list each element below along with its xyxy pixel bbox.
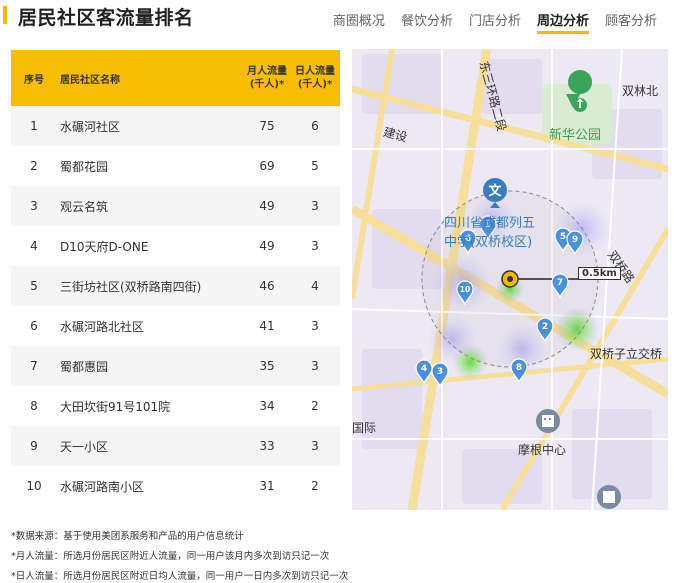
svg-text:文: 文 xyxy=(488,183,502,199)
tab-bar: 商圈概况 餐饮分析 门店分析 周边分析 顾客分析 xyxy=(333,10,657,34)
table-row[interactable]: 7 蜀都惠园 35 3 xyxy=(11,346,340,386)
community-rank-table: 序号 居民社区名称 月人流量 (千人)* 日人流量 (千人)* 1 水碾河社区 75… xyxy=(11,50,340,506)
table-body: 1 水碾河社区 75 6 2 蜀都花园 69 5 3 观云名筑 49 3 4 D10天府D-ONE 49 3 5… xyxy=(11,106,340,506)
mall-label: 摩根中心 xyxy=(518,443,567,457)
row-month-flow: 41 xyxy=(259,319,275,333)
community-marker-label: 9 xyxy=(572,235,578,245)
building-icon xyxy=(597,485,621,509)
row-name: D10天府D-ONE xyxy=(60,239,149,254)
row-name: 水碾河社区 xyxy=(60,119,121,134)
mall-icon xyxy=(536,409,560,433)
row-month-flow: 34 xyxy=(259,399,275,413)
scale-label: 0.5km xyxy=(578,267,621,280)
row-name: 大田坎街91号101院 xyxy=(60,399,171,414)
row-index: 5 xyxy=(30,279,38,293)
row-day-flow: 2 xyxy=(311,399,319,413)
tab-store-analysis[interactable]: 门店分析 xyxy=(469,10,521,34)
row-day-flow: 3 xyxy=(311,319,319,333)
tab-surrounding-analysis[interactable]: 周边分析 xyxy=(536,10,589,34)
row-month-flow: 49 xyxy=(259,239,275,253)
row-month-flow: 35 xyxy=(259,359,275,373)
row-name: 水碾河路北社区 xyxy=(60,319,145,334)
park-label: 新华公园 xyxy=(549,128,602,143)
guoji-label: 国际 xyxy=(352,421,377,435)
row-name: 蜀都花园 xyxy=(60,159,109,174)
table-row[interactable]: 5 三街坊社区(双桥路南四街) 46 4 xyxy=(11,266,340,306)
row-index: 6 xyxy=(30,319,38,333)
row-month-flow: 75 xyxy=(259,119,275,133)
table-row[interactable]: 4 D10天府D-ONE 49 3 xyxy=(11,226,340,266)
table-header: 序号 居民社区名称 月人流量 (千人)* 日人流量 (千人)* xyxy=(11,50,340,106)
row-day-flow: 3 xyxy=(311,359,319,373)
footnotes: *数据来源：基于使用美团系服务和产品的用户信息统计 *月人流量：所选月份居民区附… xyxy=(11,527,348,583)
school-label-line1: 四川省成都列五 xyxy=(444,216,536,231)
school-label-line2: 中学(双桥校区) xyxy=(444,235,533,250)
tab-customer-analysis[interactable]: 顾客分析 xyxy=(605,10,657,34)
row-index: 7 xyxy=(30,359,38,373)
header-day-flow-text: 日人流量 (千人)* xyxy=(295,66,335,90)
table-row[interactable]: 10 水碾河路南小区 31 2 xyxy=(11,466,340,506)
row-index: 2 xyxy=(30,159,38,173)
header-month-flow: 月人流量 (千人)* xyxy=(243,65,291,91)
tab-business-overview[interactable]: 商圈概况 xyxy=(333,10,385,34)
row-day-flow: 3 xyxy=(311,239,319,253)
header-month-flow-text: 月人流量 (千人)* xyxy=(247,66,287,90)
row-name: 观云名筑 xyxy=(60,199,109,214)
note-day-flow: *日人流量：所选月份居民区附近日均人流量，同一用户一日内多次到访只记一次 xyxy=(11,571,349,582)
row-month-flow: 69 xyxy=(259,159,275,173)
community-marker-label: 2 xyxy=(542,322,548,332)
community-marker-label: 5 xyxy=(560,232,566,242)
row-index: 8 xyxy=(30,399,38,413)
community-marker-label: 3 xyxy=(437,367,443,377)
table-row[interactable]: 9 天一小区 33 3 xyxy=(11,426,340,466)
row-day-flow: 6 xyxy=(311,119,319,133)
row-month-flow: 49 xyxy=(259,199,275,213)
row-day-flow: 4 xyxy=(311,279,319,293)
row-month-flow: 33 xyxy=(259,439,275,453)
row-index: 3 xyxy=(30,199,38,213)
page-title: 居民社区客流量排名 xyxy=(18,7,194,29)
community-marker-label: 4 xyxy=(421,364,427,374)
header-index: 序号 xyxy=(24,74,44,86)
row-index: 10 xyxy=(26,479,42,493)
row-name: 三街坊社区(双桥路南四街) xyxy=(60,279,202,294)
table-row[interactable]: 1 水碾河社区 75 6 xyxy=(11,106,340,146)
table-row[interactable]: 6 水碾河路北社区 41 3 xyxy=(11,306,340,346)
community-marker-label: 7 xyxy=(557,278,563,288)
note-month-flow: *月人流量：所选月份居民区附近人流量，同一用户该月内多次到访只记一次 xyxy=(11,551,330,562)
row-month-flow: 31 xyxy=(259,479,275,493)
table-row[interactable]: 3 观云名筑 49 3 xyxy=(11,186,340,226)
tab-catering-analysis[interactable]: 餐饮分析 xyxy=(401,10,453,34)
row-index: 1 xyxy=(30,119,38,133)
overpass-label: 双桥子立交桥 xyxy=(590,347,663,361)
header: 居民社区客流量排名 商圈概况 餐饮分析 门店分析 周边分析 顾客分析 xyxy=(0,0,674,36)
row-day-flow: 3 xyxy=(311,439,319,453)
table-row[interactable]: 8 大田坎街91号101院 34 2 xyxy=(11,386,340,426)
community-marker-label: 8 xyxy=(516,363,522,373)
row-name: 水碾河路南小区 xyxy=(60,479,145,494)
note-source: *数据来源：基于使用美团系服务和产品的用户信息统计 xyxy=(11,531,244,542)
header-name: 居民社区名称 xyxy=(60,74,120,86)
road-label-shuanglin: 双林北 xyxy=(622,84,659,98)
row-index: 9 xyxy=(30,439,38,453)
row-name: 天一小区 xyxy=(60,439,109,454)
row-month-flow: 46 xyxy=(259,279,275,293)
title-accent-bar xyxy=(3,6,7,24)
row-day-flow: 2 xyxy=(311,479,319,493)
row-day-flow: 5 xyxy=(311,159,319,173)
row-name: 蜀都惠园 xyxy=(60,359,109,374)
row-day-flow: 3 xyxy=(311,199,319,213)
row-index: 4 xyxy=(30,239,38,253)
table-row[interactable]: 2 蜀都花园 69 5 xyxy=(11,146,340,186)
community-marker-label: 10 xyxy=(460,285,470,294)
surrounding-map[interactable]: 文 1 2 3 4 5 6 7 8 9 10 东三环路二段 双林北 建设 双桥路 新华公园 四川省… xyxy=(352,49,668,510)
header-day-flow: 日人流量 (千人)* xyxy=(291,65,339,91)
